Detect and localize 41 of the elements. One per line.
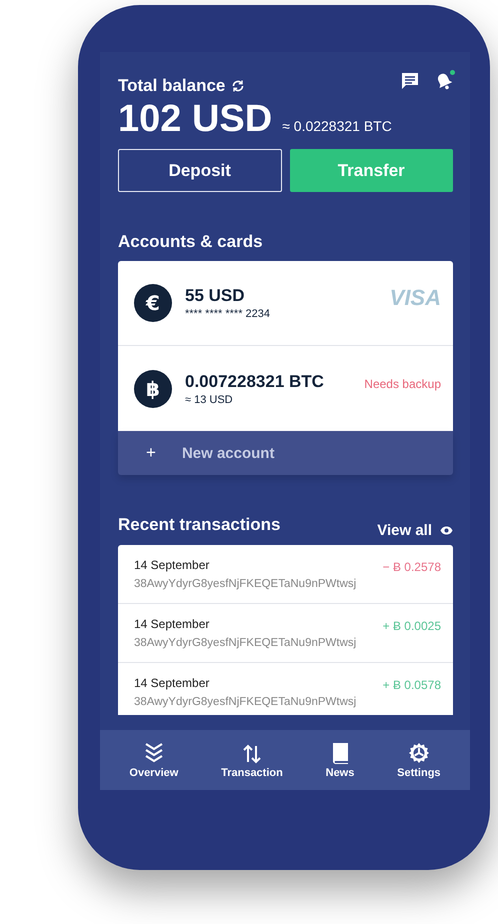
chevrons-icon [142, 742, 165, 764]
account-amount: 0.007228321 BTC [185, 372, 325, 392]
transaction-date: 14 September [134, 617, 210, 631]
transaction-row[interactable]: 14 September 38AwyYdyrG8yesfNjFKEQETaNu9nPWtwsj + Ƀ 0.0025 [118, 604, 453, 663]
section-title: Accounts & cards [118, 232, 264, 252]
transaction-date: 14 September [134, 558, 210, 572]
section-title: Recent transactions [118, 515, 280, 535]
account-row[interactable]: ฿ 0.007228321 BTC ≈ 13 USD Needs backup [118, 346, 453, 431]
message-button[interactable] [399, 70, 421, 92]
balance-btc: ≈ 0.0228321 BTC [282, 118, 392, 134]
balance-title: Total balance [118, 76, 226, 96]
bell-icon [435, 72, 453, 90]
transaction-address: 38AwyYdyrG8yesfNjFKEQETaNu9nPWtwsj [134, 578, 356, 590]
account-detail: ≈ 13 USD [185, 394, 234, 406]
new-account-button[interactable]: + New account [118, 431, 453, 475]
message-icon [401, 72, 419, 90]
transaction-amount: − Ƀ 0.2578 [382, 560, 441, 574]
nav-tab[interactable]: News [324, 740, 356, 780]
currency-icon: ฿ [134, 370, 172, 408]
account-row[interactable]: € 55 USD **** **** **** 2234 VISA [118, 261, 453, 346]
transaction-amount: + Ƀ 0.0025 [382, 619, 441, 633]
nav-tab[interactable]: Settings [395, 740, 443, 780]
eye-icon [440, 526, 453, 535]
balance-amount: 102 USD [118, 98, 272, 141]
view-all-link[interactable]: View all [377, 522, 453, 539]
nav-tab[interactable]: Overview [127, 740, 180, 780]
nav-tab[interactable]: Transaction [219, 740, 285, 780]
transaction-address: 38AwyYdyrG8yesfNjFKEQETaNu9nPWtwsj [134, 637, 356, 649]
gear-icon [408, 742, 430, 764]
transaction-date: 14 September [134, 676, 210, 690]
backup-warning: Needs backup [364, 377, 441, 391]
account-detail: **** **** **** 2234 [185, 308, 272, 320]
currency-icon: € [134, 284, 172, 322]
refresh-icon [231, 79, 246, 93]
deposit-button[interactable]: Deposit [118, 149, 282, 192]
card-brand: VISA [390, 285, 441, 311]
transaction-row[interactable]: 14 September 38AwyYdyrG8yesfNjFKEQETaNu9nPWtwsj − Ƀ 0.2578 [118, 545, 453, 604]
transaction-address: 38AwyYdyrG8yesfNjFKEQETaNu9nPWtwsj [134, 696, 356, 708]
account-amount: 55 USD [185, 286, 246, 306]
transaction-row[interactable]: 14 September 38AwyYdyrG8yesfNjFKEQETaNu9nPWtwsj + Ƀ 0.0578 [118, 663, 453, 715]
transaction-amount: + Ƀ 0.0578 [382, 678, 441, 692]
